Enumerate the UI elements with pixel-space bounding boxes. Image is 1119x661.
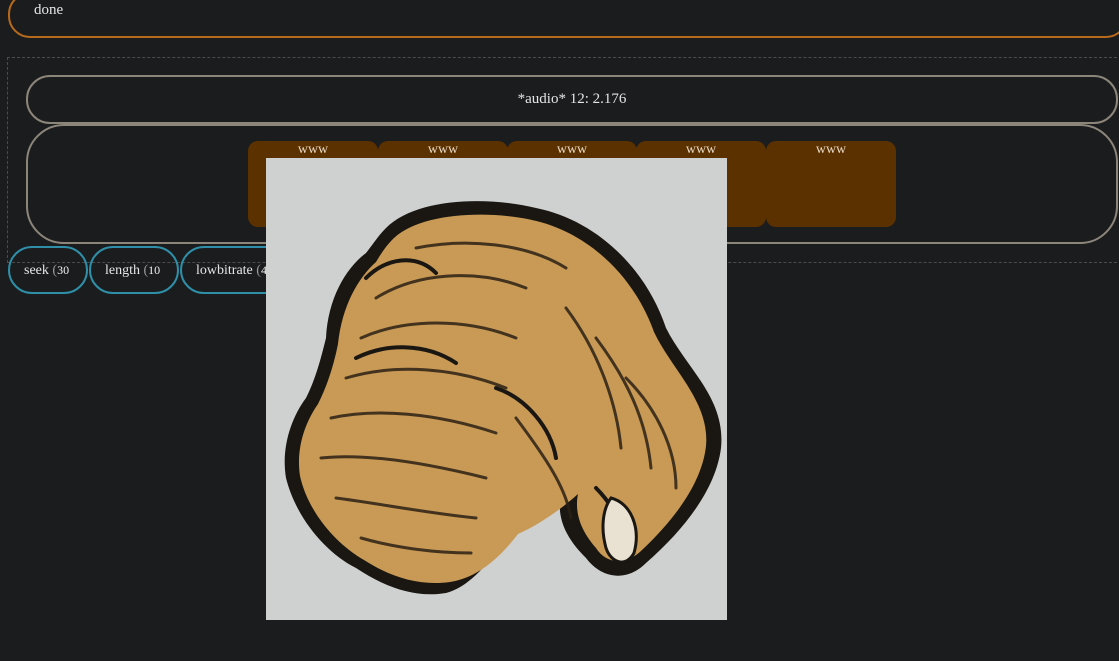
card-label: www <box>685 142 717 157</box>
seek-label: seek <box>24 263 49 278</box>
seek-value: 30 <box>57 263 70 277</box>
card-label: www <box>297 142 329 157</box>
audio-info-pill: *audio* 12: 2.176 <box>26 75 1118 124</box>
app-root: done *audio* 12: 2.176 www www www www w… <box>0 0 1119 661</box>
card-label: www <box>815 142 847 157</box>
seek-control[interactable]: seek (30 <box>8 246 88 294</box>
length-value: 10 <box>148 263 161 277</box>
pointing-hand-image <box>266 158 727 620</box>
length-label: length <box>105 263 140 278</box>
card-label: www <box>556 142 588 157</box>
status-text: done <box>34 2 64 18</box>
status-bar: done <box>8 0 1119 38</box>
audio-info-text: *audio* 12: 2.176 <box>517 91 627 107</box>
card-label: www <box>427 142 459 157</box>
length-control[interactable]: length (10 <box>89 246 179 294</box>
card-5[interactable]: www <box>766 141 896 227</box>
pointing-hand-icon <box>266 158 727 620</box>
lowbitrate-label: lowbitrate <box>196 263 253 278</box>
